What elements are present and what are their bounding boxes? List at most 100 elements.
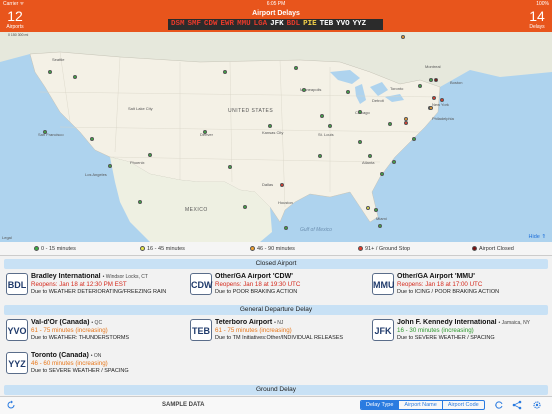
ticker-code[interactable]: LGA <box>254 20 268 28</box>
city-label: Detroit <box>372 98 384 103</box>
city-label: Montreal <box>425 64 441 69</box>
ticker-code[interactable]: SMF <box>188 20 202 28</box>
airport-marker[interactable] <box>284 226 288 230</box>
airport-marker[interactable] <box>138 200 142 204</box>
sort-segmented-control[interactable]: Delay Type Airport Name Airport Code <box>360 400 485 410</box>
ticker-code[interactable]: EWR <box>221 20 235 28</box>
airport-marker[interactable] <box>268 124 272 128</box>
ticker-code[interactable]: MMU <box>237 20 251 28</box>
airport-marker[interactable] <box>429 106 433 110</box>
airport-marker[interactable] <box>434 78 438 82</box>
legal-link[interactable]: Legal <box>2 235 12 240</box>
airport-code-badge: JFK <box>372 319 394 341</box>
airport-marker[interactable] <box>378 224 382 228</box>
ticker-code[interactable]: PIE <box>303 20 317 28</box>
airport-card-jfk[interactable]: JFK John F. Kennedy International • Jama… <box>372 319 548 345</box>
airport-marker[interactable] <box>48 70 52 74</box>
airport-marker[interactable] <box>392 160 396 164</box>
airport-marker[interactable] <box>243 205 247 209</box>
airport-marker[interactable] <box>148 153 152 157</box>
ticker-code[interactable]: DSM <box>171 20 185 28</box>
map-canvas <box>0 32 552 242</box>
airport-marker[interactable] <box>90 137 94 141</box>
airport-marker[interactable] <box>366 206 370 210</box>
delay-ticker[interactable]: DSM SMF CDW EWR MMU LGA JFK BDL PIE TEB YVO YYZ <box>168 19 383 30</box>
airport-marker[interactable] <box>358 140 362 144</box>
airport-marker[interactable] <box>223 70 227 74</box>
airport-marker[interactable] <box>302 88 306 92</box>
city-label: St. Louis <box>318 132 334 137</box>
airport-card-yyz[interactable]: YYZ Toronto (Canada) • ON 46 - 60 minute… <box>6 352 186 378</box>
airport-marker[interactable] <box>346 90 350 94</box>
airport-marker[interactable] <box>73 75 77 79</box>
airport-name: Other/GA Airport 'CDW' <box>215 273 293 280</box>
city-label: Philadelphia <box>432 116 454 121</box>
airport-marker[interactable] <box>358 110 362 114</box>
segment-airport-name[interactable]: Airport Name <box>399 401 443 409</box>
city-label: Phoenix <box>130 160 145 165</box>
ticker-code[interactable]: TEB <box>320 20 334 28</box>
share-icon[interactable] <box>512 400 522 410</box>
airport-marker[interactable] <box>401 35 405 39</box>
legend-item-yellow: 16 - 45 minutes <box>140 242 185 256</box>
airport-marker[interactable] <box>412 137 416 141</box>
delay-map[interactable]: 0 150 300 mi UNITED STATES MEXICO Gulf o… <box>0 32 552 242</box>
airport-marker[interactable] <box>440 98 444 102</box>
airport-marker[interactable] <box>228 165 232 169</box>
legend-item-red: 91+ / Ground Stop <box>358 242 410 256</box>
airport-status: 61 - 75 minutes (increasing) <box>215 327 292 334</box>
sample-data-label: SAMPLE DATA <box>162 402 205 408</box>
city-label: Seattle <box>52 57 65 62</box>
airport-marker[interactable] <box>429 78 433 82</box>
hide-map-button[interactable]: Hide ⇑ <box>529 234 546 240</box>
airport-status: 61 - 75 minutes (increasing) <box>31 327 108 334</box>
airport-card-teb[interactable]: TEB Teterboro Airport • NJ 61 - 75 minut… <box>190 319 370 345</box>
segment-airport-code[interactable]: Airport Code <box>443 401 484 409</box>
airport-marker[interactable] <box>328 124 332 128</box>
airport-marker[interactable] <box>43 130 47 134</box>
airport-marker[interactable] <box>432 96 436 100</box>
refresh-icon[interactable] <box>6 400 16 410</box>
city-label: San Francisco <box>38 132 64 137</box>
airport-name: Other/GA Airport 'MMU' <box>397 273 475 280</box>
airport-reason: Due to POOR BRAKING ACTION <box>215 289 298 295</box>
airport-marker[interactable] <box>320 114 324 118</box>
airport-marker[interactable] <box>203 130 207 134</box>
closed-dot-icon <box>472 246 477 252</box>
city-label: Atlanta <box>362 160 375 165</box>
airport-code-badge: MMU <box>372 273 395 295</box>
airport-marker[interactable] <box>318 154 322 158</box>
airport-marker[interactable] <box>374 208 378 212</box>
orange-dot-icon <box>250 246 255 252</box>
legend-item-green: 0 - 15 minutes <box>34 242 76 256</box>
airport-name: John F. Kennedy International • Jamaica,… <box>397 319 531 326</box>
ticker-code[interactable]: YYZ <box>353 20 367 28</box>
ticker-code[interactable]: JFK <box>270 20 284 28</box>
sync-icon[interactable] <box>494 400 504 410</box>
airport-marker[interactable] <box>380 172 384 176</box>
battery-indicator: 100% <box>536 1 549 7</box>
airport-marker[interactable] <box>294 66 298 70</box>
airport-marker[interactable] <box>108 164 112 168</box>
airport-marker[interactable] <box>368 154 372 158</box>
airport-card-yvo[interactable]: YVO Val-d'Or (Canada) • QC 61 - 75 minut… <box>6 319 186 345</box>
ticker-code[interactable]: YVO <box>336 20 350 28</box>
airport-card-mmu[interactable]: MMU Other/GA Airport 'MMU' Reopens: Jan … <box>372 273 548 299</box>
ticker-code[interactable]: CDW <box>204 20 218 28</box>
airport-marker[interactable] <box>404 121 408 125</box>
page-title: Airport Delays <box>252 10 300 17</box>
airport-card-bdl[interactable]: BDL Bradley International • Windsor Lock… <box>6 273 186 299</box>
red-dot-icon <box>358 246 363 252</box>
airport-marker[interactable] <box>418 84 422 88</box>
delays-count-button[interactable]: 14 Delays <box>522 9 552 31</box>
segment-delay-type[interactable]: Delay Type <box>361 401 400 409</box>
map-label-gulf: Gulf of Mexico <box>300 227 332 233</box>
gear-icon[interactable] <box>532 400 542 410</box>
ticker-code[interactable]: BDL <box>287 20 301 28</box>
city-label: Houston <box>278 200 293 205</box>
airport-code-badge: YYZ <box>6 352 28 374</box>
airport-status: 46 - 60 minutes (increasing) <box>31 360 108 367</box>
airport-card-cdw[interactable]: CDW Other/GA Airport 'CDW' Reopens: Jan … <box>190 273 370 299</box>
airport-marker[interactable] <box>280 183 284 187</box>
airport-marker[interactable] <box>388 122 392 126</box>
